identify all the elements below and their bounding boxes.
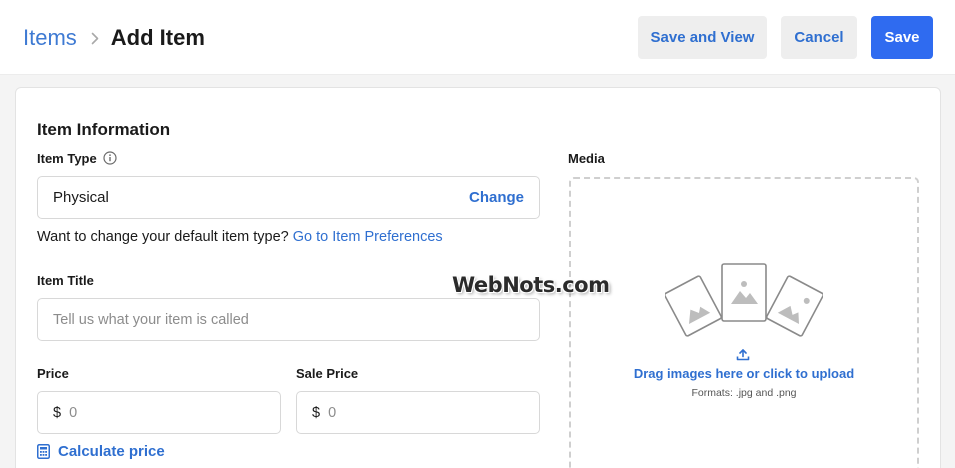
item-title-input[interactable] <box>37 298 540 341</box>
item-type-helper: Want to change your default item type? G… <box>37 229 443 245</box>
change-item-type-link[interactable]: Change <box>469 189 524 206</box>
item-type-label: Item Type <box>37 151 97 166</box>
item-type-helper-text: Want to change your default item type? <box>37 229 289 245</box>
save-button[interactable]: Save <box>871 16 933 59</box>
chevron-right-icon <box>91 32 99 45</box>
upload-icon <box>736 349 750 361</box>
watermark: WebNots.com <box>452 273 610 297</box>
image-placeholder-icon <box>665 263 823 337</box>
calculate-price-link[interactable]: Calculate price <box>37 443 165 460</box>
sale-price-currency-symbol: $ <box>312 404 321 421</box>
media-label: Media <box>568 151 605 166</box>
page-title: Add Item <box>110 25 205 50</box>
breadcrumb-items-link[interactable]: Items <box>23 25 77 51</box>
sale-price-input[interactable] <box>328 404 509 421</box>
media-drop-text[interactable]: Drag images here or click to upload <box>569 366 919 381</box>
save-and-view-button[interactable]: Save and View <box>638 16 767 59</box>
sale-price-label: Sale Price <box>296 366 359 381</box>
item-type-value: Physical <box>53 189 109 206</box>
calculate-price-label: Calculate price <box>58 443 165 460</box>
price-field[interactable]: $ <box>37 391 281 434</box>
breadcrumb: Items Add Item <box>23 24 205 52</box>
cancel-button[interactable]: Cancel <box>781 16 857 59</box>
item-title-label: Item Title <box>37 273 94 288</box>
price-input[interactable] <box>69 404 250 421</box>
item-type-field: Physical Change <box>37 176 540 219</box>
top-bar: Items Add Item Save and View Cancel Save <box>0 0 955 75</box>
media-formats-text: Formats: .jpg and .png <box>691 387 797 399</box>
info-icon[interactable] <box>103 151 117 165</box>
price-label: Price <box>37 366 69 381</box>
calculator-icon <box>37 444 50 459</box>
price-currency-symbol: $ <box>53 404 62 421</box>
section-title: Item Information <box>37 120 171 139</box>
item-preferences-link[interactable]: Go to Item Preferences <box>293 229 443 245</box>
sale-price-field[interactable]: $ <box>296 391 540 434</box>
